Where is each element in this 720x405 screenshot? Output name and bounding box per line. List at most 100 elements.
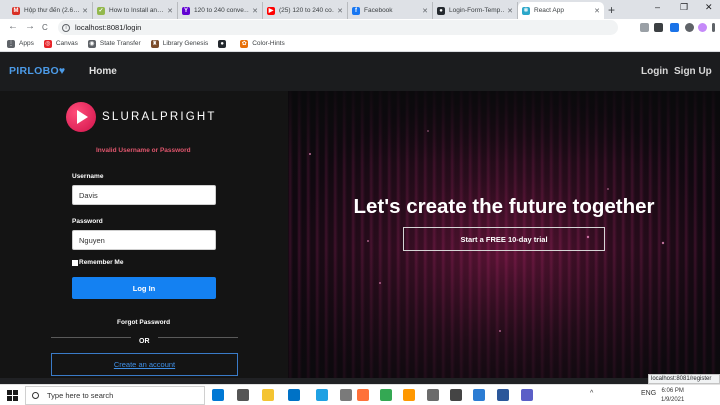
- nav-home-link[interactable]: Home: [89, 66, 117, 77]
- reload-icon[interactable]: C: [42, 21, 48, 35]
- canvas-icon: ◎: [43, 39, 52, 48]
- maximize-icon[interactable]: ❐: [680, 2, 688, 13]
- username-label: Username: [72, 173, 104, 180]
- git-icon[interactable]: [473, 389, 485, 401]
- library-icon: ♜: [150, 39, 159, 48]
- close-tab-icon[interactable]: ✕: [594, 7, 600, 15]
- or-separator: OR: [139, 338, 150, 345]
- bookmark-label: Library Genesis: [162, 40, 209, 47]
- apps-grid-icon: ⋮: [7, 39, 15, 48]
- play-logo-icon: [66, 102, 96, 132]
- browser-tab[interactable]: ▶ (25) 120 to 240 co… ✕: [263, 2, 348, 19]
- menu-kebab-icon[interactable]: [712, 23, 715, 32]
- tab-label: How to Install an…: [109, 7, 164, 14]
- new-tab-button[interactable]: +: [608, 3, 615, 17]
- bookmark-item[interactable]: ⋮ Apps: [7, 39, 34, 48]
- logo-wordmark: SLURALPRIGHT: [102, 111, 217, 123]
- browser-tab-strip: M Hộp thư đến (2.6… ✕ ✓ How to Install an… ✕ Y…: [0, 0, 720, 19]
- back-icon[interactable]: ←: [8, 20, 18, 34]
- remember-me-checkbox[interactable]: Remember Me: [72, 259, 123, 266]
- language-indicator[interactable]: ENG: [641, 390, 656, 397]
- github-icon: ●: [437, 6, 445, 15]
- mail-icon[interactable]: [288, 389, 300, 401]
- site-info-icon[interactable]: i: [62, 23, 70, 32]
- snipping-tool-icon[interactable]: [340, 389, 352, 401]
- extension-puzzle-icon[interactable]: [685, 23, 694, 32]
- browser-tab[interactable]: ✓ How to Install an… ✕: [93, 2, 178, 19]
- close-window-icon[interactable]: ✕: [705, 2, 713, 13]
- app-navbar: PIRLOBO♥ Home Login Sign Up: [0, 53, 720, 91]
- search-icon: [32, 392, 39, 399]
- username-input[interactable]: [72, 185, 216, 205]
- bookmark-label: Apps: [19, 40, 34, 47]
- free-trial-button[interactable]: Start a FREE 10-day trial: [403, 227, 605, 251]
- forgot-password-link[interactable]: Forgot Password: [117, 319, 170, 326]
- browser-tab[interactable]: ⚛ React App ✕: [518, 2, 604, 19]
- bookmark-item[interactable]: ◎ Canvas: [43, 39, 78, 48]
- word-icon[interactable]: [497, 389, 509, 401]
- remember-me-label: Remember Me: [79, 259, 124, 266]
- nav-signup-link[interactable]: Sign Up: [674, 66, 712, 77]
- wikihow-icon: ✓: [97, 6, 105, 15]
- vscode-icon[interactable]: [212, 389, 224, 401]
- browser-tab[interactable]: f Facebook ✕: [348, 2, 433, 19]
- profile-avatar[interactable]: [698, 23, 707, 32]
- firefox-icon[interactable]: [357, 389, 369, 401]
- tray-overflow-icon[interactable]: ^: [590, 390, 593, 397]
- taskbar-search-placeholder: Type here to search: [47, 391, 114, 400]
- browser-tab[interactable]: ● Login-Form-Temp… ✕: [433, 2, 518, 19]
- login-panel: SLURALPRIGHT Invalid Username or Passwor…: [0, 91, 288, 378]
- bookmark-item[interactable]: ✿ Color-Hints: [240, 39, 285, 48]
- browser-tab[interactable]: M Hộp thư đến (2.6… ✕: [8, 2, 93, 19]
- tab-label: Facebook: [364, 7, 393, 14]
- edge-icon[interactable]: [316, 389, 328, 401]
- tab-label: Login-Form-Temp…: [449, 7, 505, 14]
- close-tab-icon[interactable]: ✕: [337, 7, 343, 15]
- task-view-icon[interactable]: [237, 389, 249, 401]
- close-tab-icon[interactable]: ✕: [422, 7, 428, 15]
- address-bar[interactable]: i localhost:8081/login: [58, 20, 618, 35]
- close-tab-icon[interactable]: ✕: [82, 7, 88, 15]
- bookmark-item[interactable]: ●: [218, 39, 230, 48]
- extension-icon[interactable]: [640, 23, 649, 32]
- bookmark-label: Canvas: [55, 40, 78, 47]
- browser-toolbar: ← → C i localhost:8081/login: [0, 19, 720, 36]
- bookmark-label: Color-Hints: [252, 40, 285, 47]
- globe-icon: ◉: [87, 39, 96, 48]
- status-bar-url: localhost:8081/register: [648, 374, 720, 384]
- minimize-icon[interactable]: –: [655, 2, 660, 12]
- password-input[interactable]: [72, 230, 216, 250]
- system-clock[interactable]: 6:06 PM 1/9/2021: [661, 387, 684, 405]
- close-tab-icon[interactable]: ✕: [167, 7, 173, 15]
- create-account-button[interactable]: Create an account: [51, 353, 238, 376]
- close-tab-icon[interactable]: ✕: [507, 7, 513, 15]
- extension-icon[interactable]: [670, 23, 679, 32]
- clock-date: 1/9/2021: [661, 397, 685, 403]
- brand-logo[interactable]: PIRLOBO♥: [9, 65, 65, 77]
- checkbox-icon[interactable]: [72, 259, 78, 266]
- file-explorer-icon[interactable]: [262, 389, 274, 401]
- bookmark-item[interactable]: ♜ Library Genesis: [150, 39, 209, 48]
- extension-icon[interactable]: [654, 23, 663, 32]
- sublime-icon[interactable]: [403, 389, 415, 401]
- browser-tab[interactable]: Y 120 to 240 conve… ✕: [178, 2, 263, 19]
- windows-start-icon[interactable]: [7, 390, 18, 401]
- hero-banner: Let's create the future together Start a…: [288, 91, 720, 378]
- tab-label: 120 to 240 conve…: [194, 7, 250, 14]
- windows-taskbar: Type here to search ^ ENG 6:06 PM 1/9/20…: [0, 384, 720, 405]
- forward-icon[interactable]: →: [25, 20, 35, 34]
- bookmark-label: State Transfer: [99, 40, 141, 47]
- tab-label: (25) 120 to 240 co…: [279, 7, 335, 14]
- tab-label: Hộp thư đến (2.6…: [24, 7, 80, 14]
- nav-login-link[interactable]: Login: [641, 66, 668, 77]
- bookmark-item[interactable]: ◉ State Transfer: [87, 39, 141, 48]
- color-hints-icon: ✿: [240, 39, 249, 48]
- teams-icon[interactable]: [521, 389, 533, 401]
- taskbar-search-box[interactable]: Type here to search: [25, 386, 205, 405]
- store-icon[interactable]: [427, 389, 439, 401]
- login-button[interactable]: Log In: [72, 277, 216, 299]
- chrome-icon[interactable]: [380, 389, 392, 401]
- youtube-icon: ▶: [267, 6, 275, 15]
- settings-icon[interactable]: [450, 389, 462, 401]
- close-tab-icon[interactable]: ✕: [252, 7, 258, 15]
